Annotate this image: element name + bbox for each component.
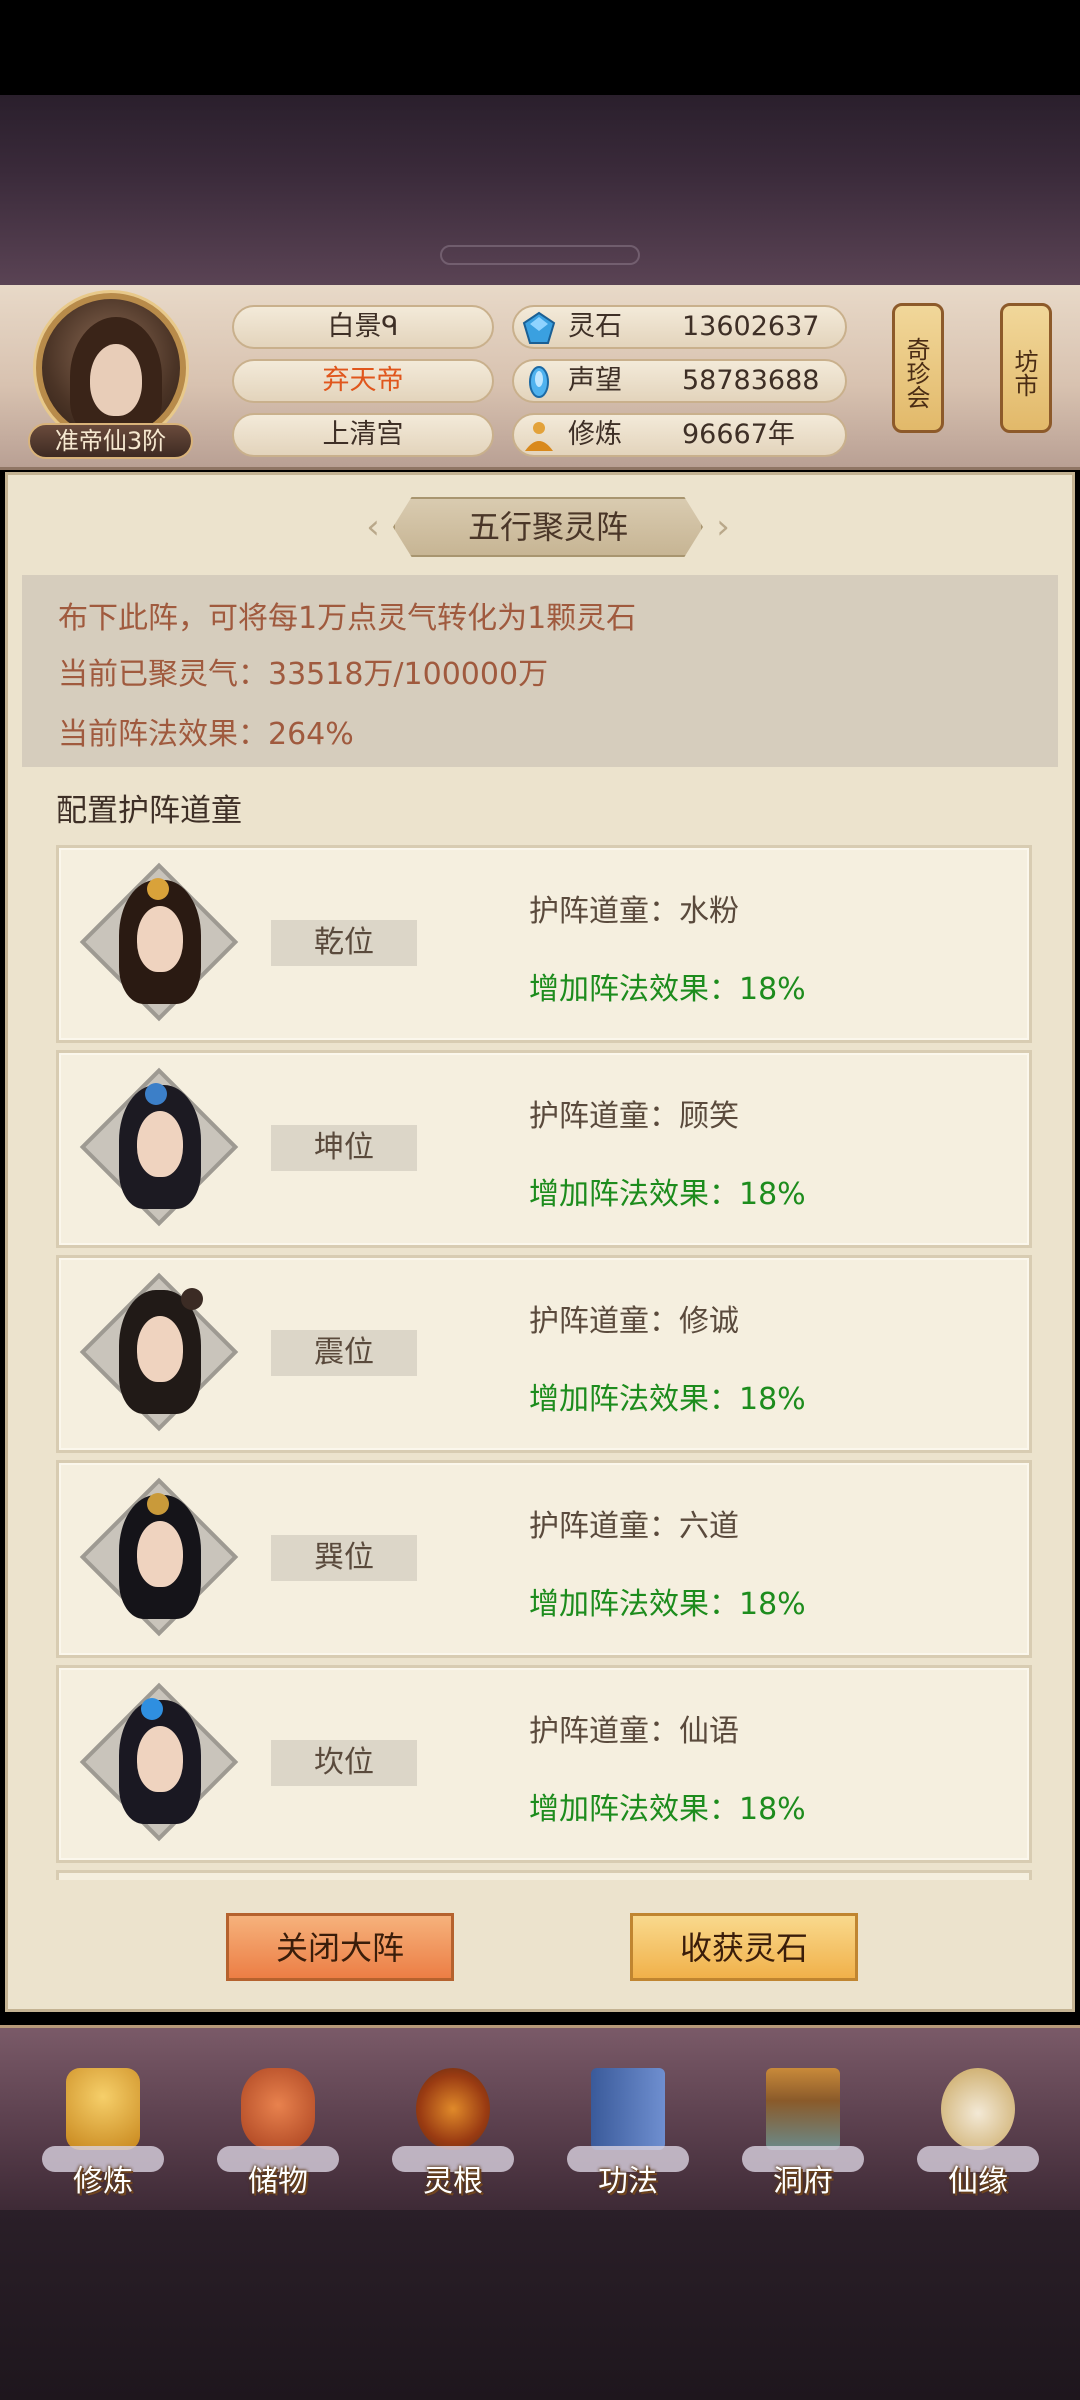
nav-label: 功法 [598,2164,658,2199]
resource-label: 修炼 [568,419,622,450]
panel-title: 五行聚灵阵 [393,497,703,557]
market-button[interactable]: 坊市 [1000,303,1052,433]
portrait-face [137,1726,183,1792]
nav-fortune[interactable]: 仙缘 [913,2068,1043,2208]
avatar-face [90,344,142,416]
formation-effect: 当前阵法效果：264% [58,717,354,752]
position-label: 乾位 [271,920,417,966]
fortune-icon [941,2068,1015,2150]
portrait-face [137,1316,183,1382]
guardian-card[interactable]: 乾位 护阵道童：水粉 增加阵法效果：18% [56,845,1032,1043]
formation-info: 布下此阵，可将每1万点灵气转化为1颗灵石 当前已聚灵气：33518万/10000… [22,575,1058,767]
player-title: 弃天帝 [232,359,494,403]
next-card-edge [56,1870,1032,1880]
guardian-name: 护阵道童：水粉 [529,894,739,929]
resource-value: 96667年 [682,419,795,450]
avatar-frame [36,293,186,443]
nav-label: 修炼 [73,2164,133,2199]
resource-label: 灵石 [568,311,622,342]
guardian-effect: 增加阵法效果：18% [529,1792,806,1827]
treasure-pavilion-button[interactable]: 奇珍会 [892,303,944,433]
guardian-name: 护阵道童：仙语 [529,1714,739,1749]
resource-reputation: 声望 58783688 [512,359,847,403]
player-avatar[interactable]: 准帝仙3阶 [28,293,193,459]
guardian-effect: 增加阵法效果：18% [529,1177,806,1212]
resource-cultivation: 修炼 96667年 [512,413,847,457]
hair-ornament [181,1288,203,1310]
nav-cave-mansion[interactable]: 洞府 [738,2068,868,2208]
section-label: 配置护阵道童 [56,793,242,829]
rank-badge: 准帝仙3阶 [28,423,193,459]
nav-label: 仙缘 [948,2164,1008,2199]
guardian-card[interactable]: 巽位 护阵道童：六道 增加阵法效果：18% [56,1460,1032,1658]
hair-ornament [141,1698,163,1720]
nav-technique[interactable]: 功法 [563,2068,693,2208]
guardian-name: 护阵道童：六道 [529,1509,739,1544]
formation-panel: ‹ 五行聚灵阵 › 布下此阵，可将每1万点灵气转化为1颗灵石 当前已聚灵气：33… [5,472,1075,2012]
cultivate-icon [66,2068,140,2150]
storage-bag-icon [241,2068,315,2150]
nav-label: 灵根 [423,2164,483,2199]
formation-description: 布下此阵，可将每1万点灵气转化为1颗灵石 [58,601,637,636]
player-sect: 上清宫 [232,413,494,457]
hair-ornament [145,1083,167,1105]
resource-spirit-stone: 灵石 13602637 [512,305,847,349]
status-bar-area [0,0,1080,95]
nav-label: 洞府 [773,2164,833,2199]
nav-label: 储物 [248,2164,308,2199]
guardian-card[interactable]: 震位 护阵道童：修诚 增加阵法效果：18% [56,1255,1032,1453]
cultivation-icon [525,422,553,451]
reputation-icon [529,366,549,398]
cave-mansion-icon [766,2068,840,2150]
guardian-card[interactable]: 坎位 护阵道童：仙语 增加阵法效果：18% [56,1665,1032,1863]
nav-spirit-root[interactable]: 灵根 [388,2068,518,2208]
game-screen: 准帝仙3阶 白景ᑫ 弃天帝 上清宫 灵石 13602637 声望 5878368… [0,0,1080,2400]
guardian-name: 护阵道童：修诚 [529,1304,739,1339]
bottom-navigation: 修炼 储物 灵根 功法 洞府 仙缘 [0,2025,1080,2210]
resource-label: 声望 [568,365,622,396]
close-formation-button[interactable]: 关闭大阵 [226,1913,454,1981]
cloud-ornament [440,245,640,265]
portrait-face [137,1521,183,1587]
guardian-effect: 增加阵法效果：18% [529,1382,806,1417]
hair-ornament [147,878,169,900]
guardian-effect: 增加阵法效果：18% [529,972,806,1007]
guardian-portrait [79,1682,239,1842]
harvest-stones-button[interactable]: 收获灵石 [630,1913,858,1981]
guardian-name: 护阵道童：顾笑 [529,1099,739,1134]
player-header: 准帝仙3阶 白景ᑫ 弃天帝 上清宫 灵石 13602637 声望 5878368… [0,285,1080,470]
guardian-effect: 增加阵法效果：18% [529,1587,806,1622]
player-name: 白景ᑫ [232,305,494,349]
spirit-stone-icon [522,311,556,344]
guardian-portrait [79,862,239,1022]
nav-cultivate[interactable]: 修炼 [38,2068,168,2208]
chevron-left-icon: ‹ [366,507,380,547]
guardian-portrait [79,1477,239,1637]
guardian-portrait [79,1272,239,1432]
resource-value: 58783688 [682,365,820,396]
guardian-portrait [79,1067,239,1227]
position-label: 坤位 [271,1125,417,1171]
gathered-energy: 当前已聚灵气：33518万/100000万 [58,657,549,692]
spirit-root-icon [416,2068,490,2150]
hair-ornament [147,1493,169,1515]
position-label: 震位 [271,1330,417,1376]
resource-value: 13602637 [682,311,820,342]
position-label: 巽位 [271,1535,417,1581]
position-label: 坎位 [271,1740,417,1786]
scene-background [0,95,1080,285]
guardian-card[interactable]: 坤位 护阵道童：顾笑 增加阵法效果：18% [56,1050,1032,1248]
technique-book-icon [591,2068,665,2150]
portrait-face [137,1111,183,1177]
nav-storage[interactable]: 储物 [213,2068,343,2208]
portrait-face [137,906,183,972]
chevron-right-icon: › [716,507,730,547]
bottom-background [0,2210,1080,2400]
